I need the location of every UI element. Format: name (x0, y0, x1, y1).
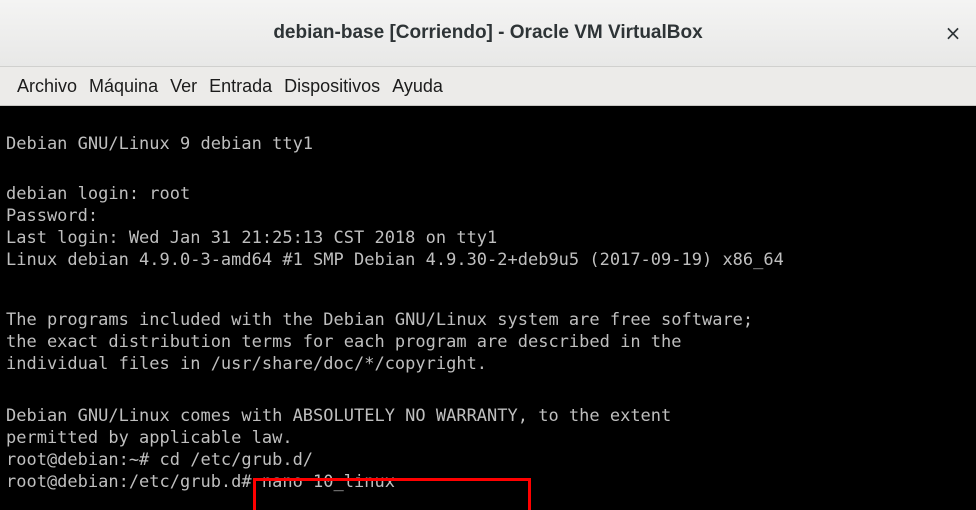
menu-ver[interactable]: Ver (164, 72, 203, 101)
close-icon[interactable]: × (938, 18, 968, 48)
console-line-motd-2: the exact distribution terms for each pr… (6, 332, 682, 352)
console-line-motd-1: The programs included with the Debian GN… (6, 310, 754, 330)
console-line-warranty-1: Debian GNU/Linux comes with ABSOLUTELY N… (6, 406, 672, 426)
menu-ayuda[interactable]: Ayuda (386, 72, 449, 101)
menu-dispositivos[interactable]: Dispositivos (278, 72, 386, 101)
menu-bar: Archivo Máquina Ver Entrada Dispositivos… (0, 67, 976, 106)
menu-archivo[interactable]: Archivo (11, 72, 83, 101)
console-line-motd-3: individual files in /usr/share/doc/*/cop… (6, 354, 488, 374)
console-line-kernel: Linux debian 4.9.0-3-amd64 #1 SMP Debian… (6, 250, 784, 270)
console-line-last-login: Last login: Wed Jan 31 21:25:13 CST 2018… (6, 228, 498, 248)
console-line-warranty-2: permitted by applicable law. (6, 428, 293, 448)
window-title: debian-base [Corriendo] - Oracle VM Virt… (273, 22, 703, 43)
console-line-login: debian login: root (6, 184, 191, 204)
red-highlight-annotation (253, 478, 531, 510)
menu-maquina[interactable]: Máquina (83, 72, 164, 101)
console-line-banner: Debian GNU/Linux 9 debian tty1 (6, 134, 314, 154)
console-line-cd-command: root@debian:~# cd /etc/grub.d/ (6, 450, 314, 470)
menu-entrada[interactable]: Entrada (203, 72, 278, 101)
title-bar[interactable]: debian-base [Corriendo] - Oracle VM Virt… (0, 0, 976, 67)
console-line-password: Password: (6, 206, 99, 226)
virtualbox-window: debian-base [Corriendo] - Oracle VM Virt… (0, 0, 976, 510)
